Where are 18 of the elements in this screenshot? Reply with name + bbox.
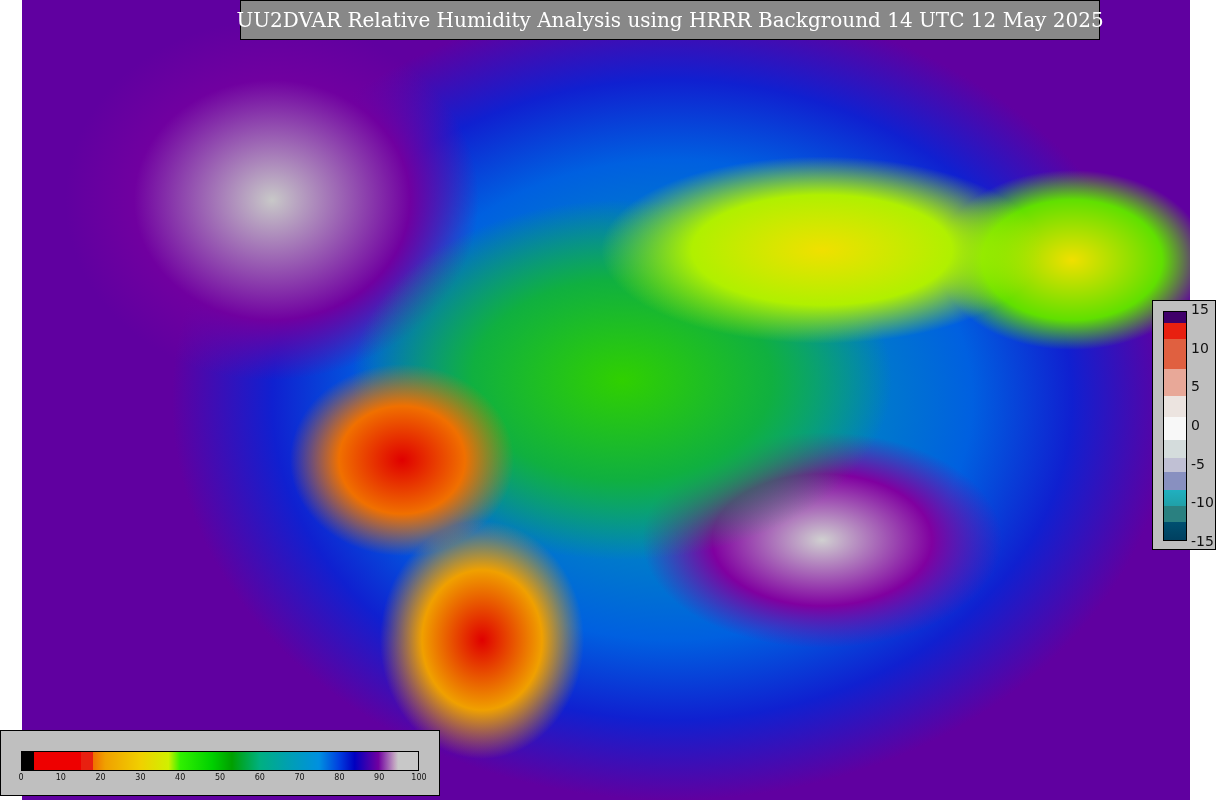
tick-label: 100 [411,773,427,782]
tick-label: -15 [1191,532,1214,549]
tick-label: 50 [214,773,226,782]
tick-label: 0 [18,773,24,782]
tick-label: -5 [1191,455,1206,472]
tick-label: 20 [95,773,106,782]
tick-label: -10 [1191,494,1214,511]
tick-label: 30 [135,773,146,782]
tick-label: 80 [334,773,345,782]
tick-label: 10 [1191,339,1210,356]
tick-label: 15 [1191,301,1210,317]
tick-label: 0 [1191,416,1201,433]
tick-label: 5 [1191,378,1201,395]
tick-label: 40 [175,773,186,782]
tick-label: 60 [254,773,265,782]
tick-label: 10 [55,773,66,782]
tick-label: 90 [374,773,385,782]
tick-label: 70 [294,773,305,782]
